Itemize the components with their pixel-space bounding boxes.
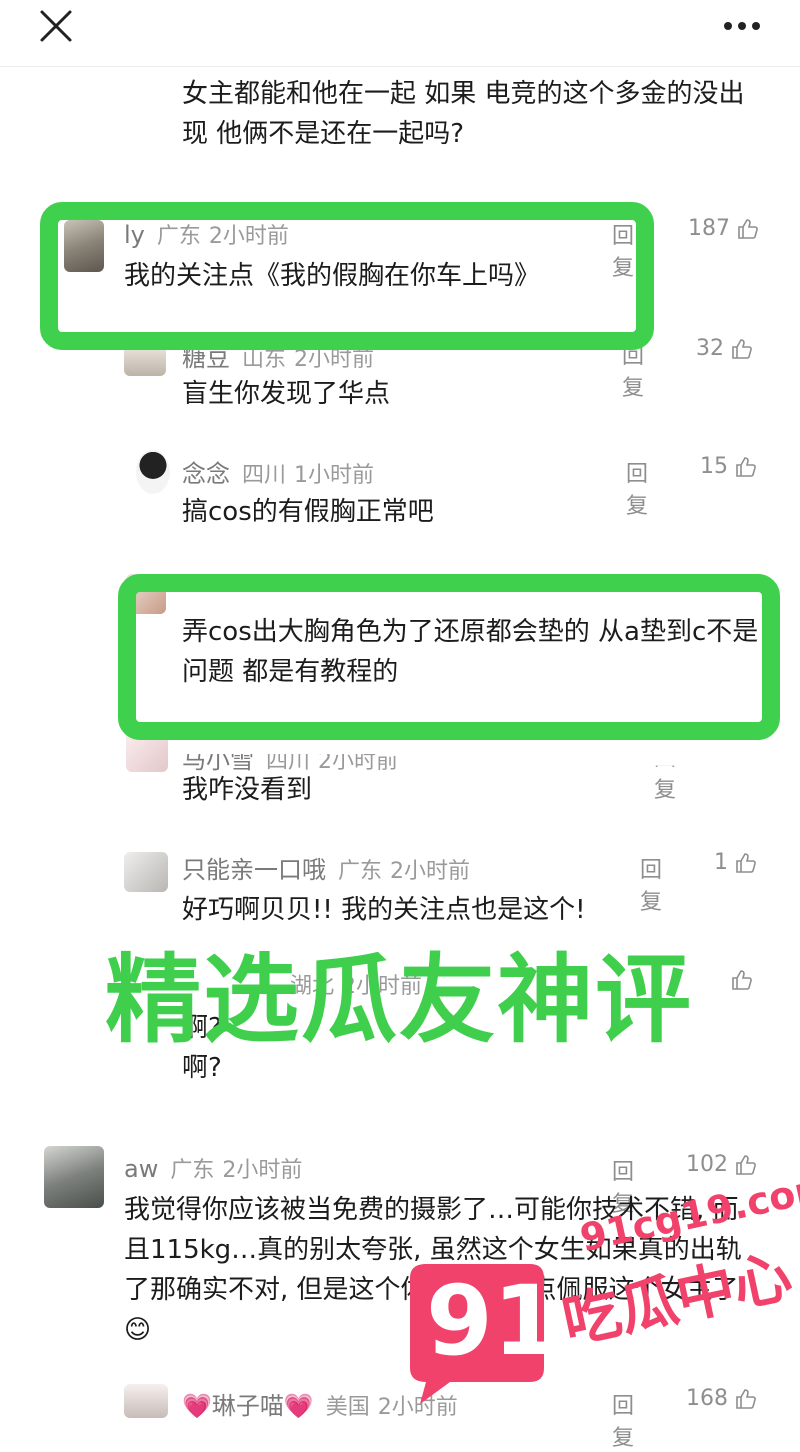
comment-author[interactable]: aw [124,1155,158,1183]
reply-button[interactable]: 回复 [612,1388,634,1452]
like-button[interactable]: 1 [714,850,758,875]
thumbs-up-icon [736,852,756,873]
like-button[interactable]: 168 [686,1386,758,1411]
avatar[interactable] [124,1384,168,1418]
like-button[interactable]: 32 [696,336,754,361]
comment-time: 2小时前 [390,859,471,884]
watermark-title: 精选瓜友神评 [105,944,693,1056]
like-count: 32 [696,336,724,361]
top-bar [0,0,800,67]
comment-time: 1小时前 [294,463,375,488]
comment-location: 美国 [325,1395,370,1420]
comment-time: 2小时前 [222,1158,303,1183]
thumbs-up-icon [738,218,758,239]
like-button[interactable]: 102 [686,1152,758,1177]
like-count: 15 [700,454,728,479]
comment-author[interactable]: 念念 [182,460,230,488]
like-button[interactable] [730,968,754,992]
like-count: 1 [714,850,728,875]
thumbs-up-icon [736,456,756,477]
highlight-box [40,202,654,350]
more-horizontal-icon[interactable] [718,6,766,46]
thumbs-up-icon [736,1154,756,1175]
like-count: 168 [686,1386,728,1411]
logo-badge: 91 [390,1258,560,1408]
comment-text: 盲生你发现了华点 [182,379,391,409]
comment-author[interactable]: 💗琳子喵💗 [182,1392,314,1420]
comment-location: 广东 [338,859,383,884]
like-button[interactable]: 15 [700,454,758,479]
comment-text: 搞cos的有假胸正常吧 [182,497,434,527]
comment-text: 我咋没看到 [182,775,313,805]
comment-location: 山东 [242,347,287,372]
like-button[interactable]: 187 [688,216,760,241]
avatar[interactable] [136,450,170,494]
comment-text: 女主都能和他在一起 如果 电竞的这个多金的没出现 他俩不是还在一起吗? [182,79,745,149]
comment-location: 广东 [170,1158,215,1183]
comment-time: 2小时前 [294,347,375,372]
like-count: 187 [688,216,730,241]
thumbs-up-icon [732,970,752,990]
comment-location: 四川 [242,463,287,488]
avatar[interactable] [44,1146,104,1208]
avatar[interactable] [124,852,168,892]
thumbs-up-icon [732,338,752,359]
close-icon[interactable] [38,8,74,44]
logo-number: 91 [426,1265,560,1377]
like-count: 102 [686,1152,728,1177]
thumbs-up-icon [736,1388,756,1409]
highlight-box [118,574,780,740]
comment-author[interactable]: 只能亲一口哦 [182,856,326,884]
